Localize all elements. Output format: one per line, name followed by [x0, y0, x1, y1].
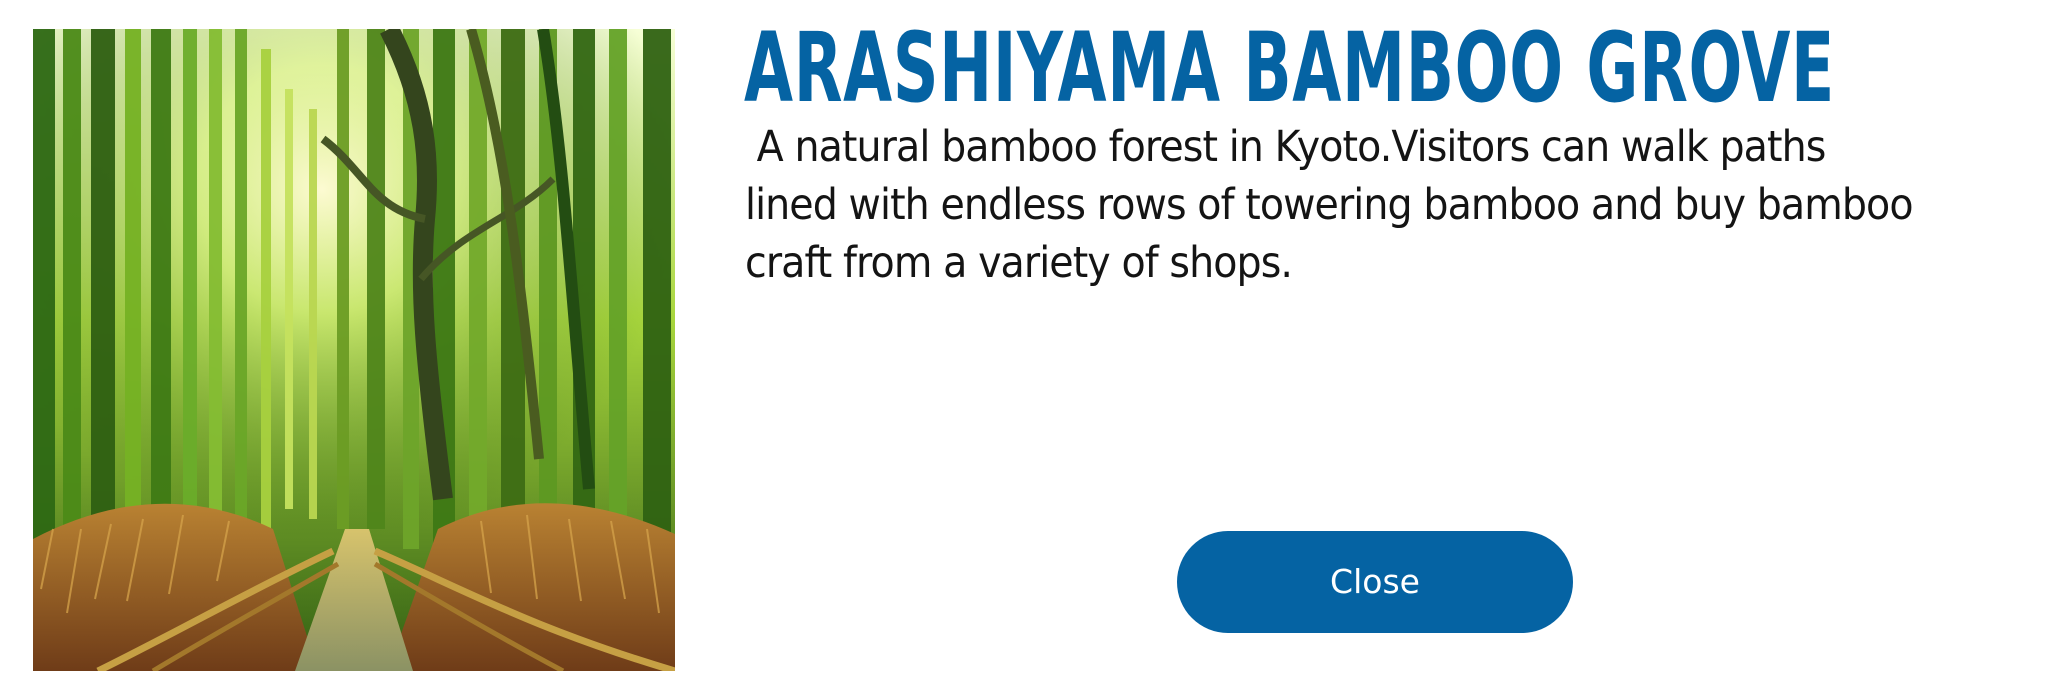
attraction-description: A natural bamboo forest in Kyoto.Visitor…	[745, 122, 1925, 288]
bamboo-grove-image	[33, 29, 675, 671]
close-button[interactable]: Close	[1177, 531, 1573, 633]
attraction-title: ARASHIYAMA BAMBOO GROVE	[744, 12, 1836, 124]
bamboo-grove-photo	[33, 29, 675, 671]
